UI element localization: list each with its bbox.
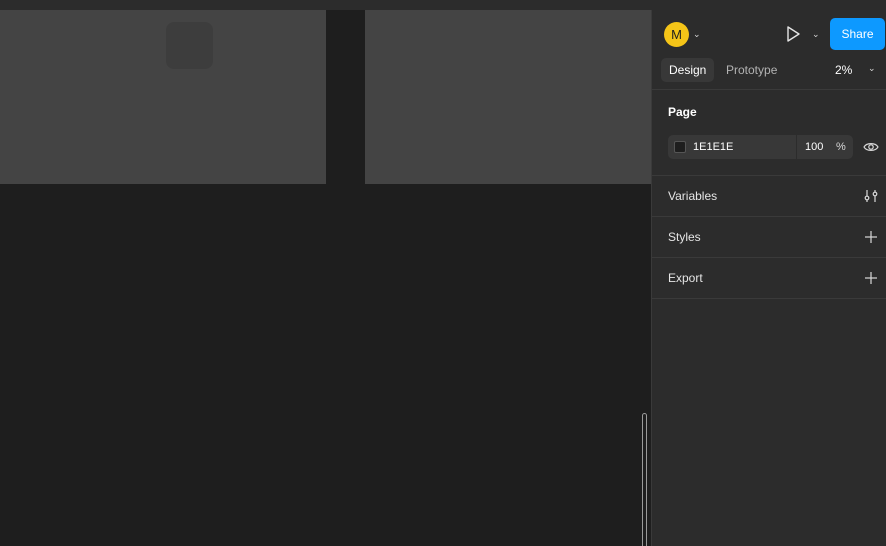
plus-icon[interactable]	[864, 271, 878, 285]
eye-icon[interactable]	[863, 140, 879, 154]
styles-section[interactable]: Styles	[652, 217, 886, 258]
opacity-unit: %	[836, 141, 846, 153]
page-fill-input[interactable]: 1E1E1E 100 %	[668, 135, 853, 159]
frame-inner-shape[interactable]	[166, 22, 213, 69]
page-section-title: Page	[668, 105, 697, 119]
color-swatch[interactable]	[674, 141, 686, 153]
design-app: M ⌄ ⌄ Share Design Prototype 2% ⌄ Page 1…	[0, 0, 886, 546]
sliders-icon[interactable]	[864, 189, 878, 203]
variables-section[interactable]: Variables	[652, 176, 886, 217]
opacity-value[interactable]: 100	[805, 135, 823, 159]
panel-toolbar: M ⌄ ⌄ Share	[652, 10, 886, 58]
tab-prototype[interactable]: Prototype	[718, 58, 785, 82]
export-section[interactable]: Export	[652, 258, 886, 299]
page-section: Page 1E1E1E 100 %	[652, 91, 886, 176]
field-divider	[796, 135, 797, 159]
tab-design[interactable]: Design	[661, 58, 715, 82]
share-button[interactable]: Share	[830, 18, 885, 50]
panel-tabs: Design Prototype 2% ⌄	[652, 58, 886, 90]
canvas[interactable]	[0, 10, 651, 546]
play-icon[interactable]	[783, 24, 803, 44]
chevron-down-icon[interactable]: ⌄	[693, 27, 703, 41]
chevron-down-icon[interactable]: ⌄	[812, 27, 822, 41]
variables-label: Variables	[668, 189, 718, 203]
properties-panel: M ⌄ ⌄ Share Design Prototype 2% ⌄ Page 1…	[651, 10, 886, 546]
styles-label: Styles	[668, 230, 701, 244]
zoom-level[interactable]: 2%	[835, 58, 852, 82]
top-strip	[0, 0, 886, 10]
plus-icon[interactable]	[864, 230, 878, 244]
canvas-frame-right[interactable]	[365, 10, 651, 184]
canvas-frame-left[interactable]	[0, 10, 326, 184]
chevron-down-icon[interactable]: ⌄	[868, 63, 876, 74]
canvas-scrollbar[interactable]	[642, 413, 647, 546]
export-label: Export	[668, 271, 703, 285]
fill-hex-value[interactable]: 1E1E1E	[693, 135, 733, 159]
user-avatar[interactable]: M	[664, 22, 689, 47]
